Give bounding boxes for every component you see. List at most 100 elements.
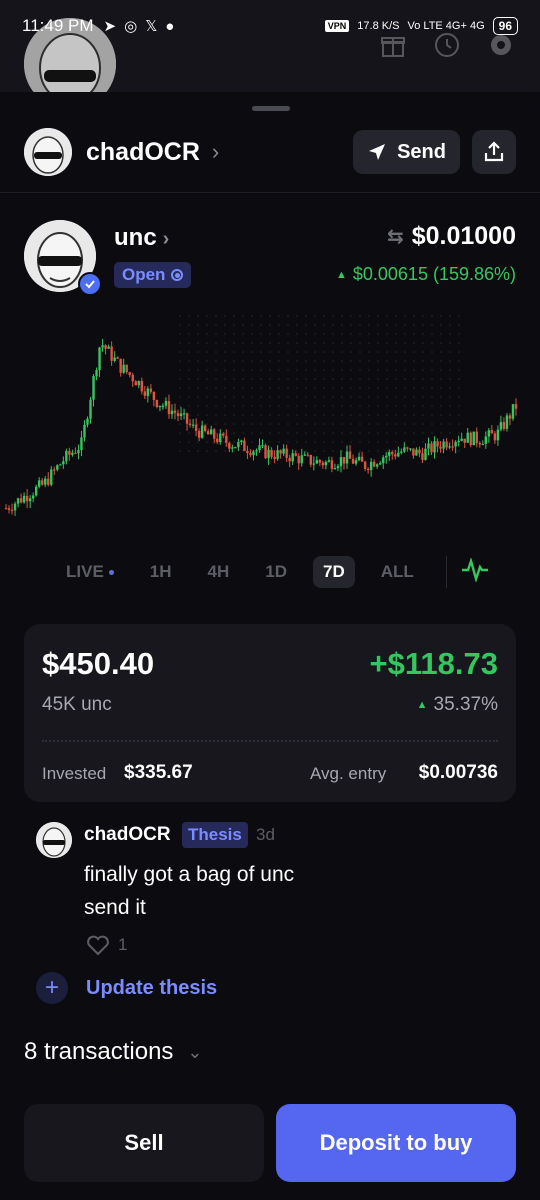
chart-grid-dot [404,360,406,362]
chart-grid-dot [305,333,307,335]
chart-grid-dot [287,441,289,443]
chart-grid-dot [206,387,208,389]
candle-body [327,460,331,462]
chart-grid-dot [395,315,397,317]
chart-grid-dot [287,414,289,416]
chart-grid-dot [332,378,334,380]
chart-grid-dot [377,378,379,380]
chart-grid-dot [305,351,307,353]
chart-grid-dot [332,351,334,353]
swap-icon[interactable]: ⇆ [387,224,404,249]
chart-grid-dot [287,342,289,344]
chart-grid-dot [449,351,451,353]
chart-grid-dot [449,423,451,425]
chart-type-icon[interactable] [461,556,489,587]
price-chart[interactable] [0,310,540,530]
range-label: 1D [265,562,287,581]
chart-grid-dot [260,360,262,362]
heart-icon [87,935,109,956]
chart-grid-dot [458,387,460,389]
thesis-avatar[interactable] [36,822,72,858]
sell-label: Sell [124,1130,164,1155]
chart-grid-dot [368,351,370,353]
chart-grid-dot [440,423,442,425]
candle-body [191,424,195,426]
chart-grid-dot [404,342,406,344]
candle-body [249,453,252,456]
chart-grid-dot [368,414,370,416]
sell-button[interactable]: Sell [24,1104,264,1182]
chart-grid-dot [305,369,307,371]
chart-grid-dot [206,315,208,317]
x-icon: 𝕏 [145,18,158,35]
chart-grid-dot [206,342,208,344]
candle-body [400,451,403,453]
like-button[interactable]: 1 [86,934,127,956]
thesis-author[interactable]: chadOCR [84,824,171,846]
chart-grid-dot [251,369,253,371]
chart-grid-dot [350,360,352,362]
chart-grid-dot [296,324,298,326]
candle-body [475,431,478,443]
range-7d[interactable]: 7D [313,556,355,588]
divider [0,192,540,193]
candle-body [25,495,29,502]
chart-grid-dot [224,351,226,353]
chart-grid-dot [224,450,226,452]
candle-body [312,463,316,465]
transactions-toggle[interactable]: 8 transactions ⌄ [24,1038,203,1066]
chart-grid-dot [323,378,325,380]
candle-body [502,422,506,429]
range-all[interactable]: ALL [371,556,424,588]
chart-grid-dot [440,387,442,389]
candle-body [116,357,119,359]
range-4h[interactable]: 4H [198,556,240,588]
chart-grid-dot [251,396,253,398]
chart-grid-dot [404,414,406,416]
chart-grid-dot [359,342,361,344]
chart-grid-dot [404,396,406,398]
chart-grid-dot [341,405,343,407]
candle-body [179,413,183,417]
chart-grid-dot [233,351,235,353]
chart-grid-dot [197,324,199,326]
candle-body [436,441,439,447]
candle-body [89,399,92,419]
candle-body [164,401,168,406]
chart-grid-dot [323,423,325,425]
range-1h[interactable]: 1H [140,556,182,588]
candle-body [4,508,8,510]
update-thesis-button[interactable]: + Update thesis [36,972,217,1004]
candle-body [125,364,128,373]
send-button[interactable]: Send [353,130,460,174]
candle-body [95,370,98,376]
token-name-link[interactable]: unc › [114,224,169,252]
token-price[interactable]: ⇆ $0.01000 [387,222,516,251]
range-live[interactable]: LIVE [56,556,124,588]
sheet-grabber[interactable] [252,106,290,111]
chart-grid-dot [449,450,451,452]
deposit-to-buy-button[interactable]: Deposit to buy [276,1104,516,1182]
chart-grid-dot [233,315,235,317]
chart-grid-dot [314,378,316,380]
user-name[interactable]: chadOCR [86,138,200,167]
chart-grid-dot [215,342,217,344]
chart-grid-dot [341,315,343,317]
chart-grid-dot [305,378,307,380]
chart-grid-dot [413,360,415,362]
share-button[interactable] [472,130,516,174]
user-avatar[interactable] [24,128,72,176]
chart-grid-dot [287,387,289,389]
chart-grid-dot [260,342,262,344]
chart-grid-dot [215,324,217,326]
chart-grid-dot [314,450,316,452]
range-1d[interactable]: 1D [255,556,297,588]
chart-grid-dot [278,441,280,443]
candle-body [463,438,466,443]
chart-grid-dot [395,369,397,371]
chart-grid-dot [314,342,316,344]
chart-grid-dot [368,396,370,398]
candle-body [200,425,204,438]
candle-body [321,462,325,466]
chart-grid-dot [242,396,244,398]
